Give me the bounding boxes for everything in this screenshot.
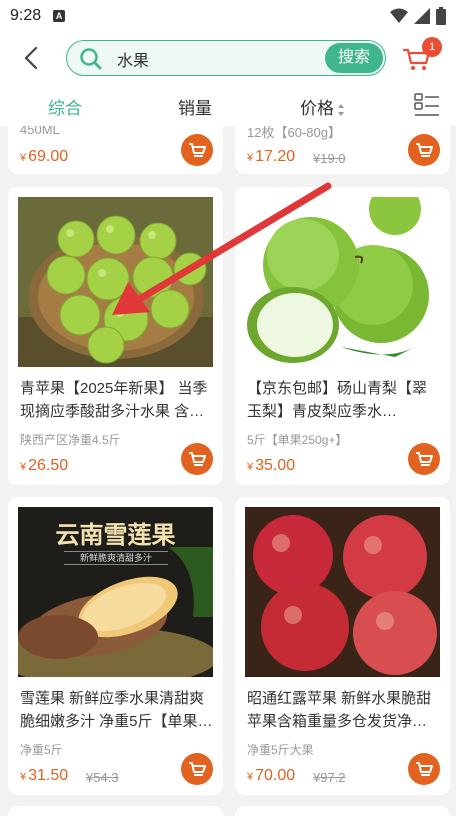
product-card[interactable]: 【京东包邮】砀山青梨【翠玉梨】青皮梨应季水… 5斤【单果250g+】 ¥35.0… (235, 187, 450, 485)
product-price: ¥70.00 (247, 767, 295, 785)
currency-symbol: ¥ (247, 152, 254, 164)
product-price: ¥31.50 (20, 767, 68, 785)
back-arrow-icon[interactable] (18, 44, 46, 72)
search-input[interactable] (115, 41, 319, 77)
price-value: 69.00 (28, 148, 69, 165)
tab-sales[interactable]: 销量 (178, 94, 212, 119)
original-price-value: 19.0 (320, 151, 346, 166)
top-bar: 搜索 1 (0, 32, 456, 84)
original-price: ¥97.2 (313, 770, 346, 785)
yacon-image-title: 云南雪莲果 (55, 520, 176, 549)
price-value: 31.50 (28, 767, 69, 784)
product-spec: 450ML (20, 126, 60, 137)
original-price: ¥54.3 (86, 770, 119, 785)
cart-icon (189, 762, 206, 776)
search-icon (80, 48, 102, 70)
product-price: ¥17.20 (247, 148, 295, 166)
tab-price[interactable]: 价格 (300, 94, 345, 119)
sort-tabs: 综合 销量 价格 (0, 84, 456, 126)
cart-badge: 1 (422, 37, 442, 57)
signal-icon (414, 8, 430, 24)
status-bar: 9:28 A (0, 0, 456, 32)
cart-icon (416, 452, 433, 466)
currency-symbol: ¥ (247, 461, 254, 473)
product-card[interactable]: 昭通红露苹果 新鲜水果脆甜苹果含箱重量多仓发货净… 净重5斤大果 ¥70.00 … (235, 497, 450, 795)
add-to-cart-button[interactable] (408, 753, 440, 785)
add-to-cart-button[interactable] (181, 443, 213, 475)
product-spec: 净重5斤 (20, 743, 63, 757)
currency-symbol: ¥ (20, 461, 27, 473)
currency-symbol: ¥ (247, 771, 254, 783)
product-title: 昭通红露苹果 新鲜水果脆甜苹果含箱重量多仓发货净… (247, 690, 432, 730)
tab-price-label: 价格 (300, 99, 334, 118)
product-price: ¥26.50 (20, 457, 68, 475)
product-card[interactable]: 12枚【60-80g】 ¥17.20 ¥19.0 (235, 126, 450, 174)
product-title: 【京东包邮】砀山青梨【翠玉梨】青皮梨应季水… (247, 380, 428, 420)
list-view-toggle-icon[interactable] (414, 92, 440, 118)
product-spec: 陕西产区净重4.5斤 (20, 433, 121, 447)
cart-icon (416, 143, 433, 157)
price-value: 70.00 (255, 767, 296, 784)
add-to-cart-button[interactable] (181, 753, 213, 785)
yacon-image-subtitle: 新鲜脆爽清甜多汁 (64, 551, 168, 565)
sort-arrows-icon (338, 103, 344, 116)
cart-icon (189, 143, 206, 157)
product-image-green-apple (18, 197, 213, 367)
original-price-value: 97.2 (320, 770, 346, 785)
status-time: 9:28 (10, 7, 42, 24)
currency-symbol: ¥ (20, 152, 27, 164)
product-image-red-apple (245, 507, 440, 677)
product-spec: 净重5斤大果 (247, 743, 314, 757)
price-value: 26.50 (28, 457, 69, 474)
original-price: ¥19.0 (313, 151, 346, 166)
add-to-cart-button[interactable] (181, 134, 213, 166)
price-value: 17.20 (255, 148, 296, 165)
product-card[interactable]: 青苹果【2025年新果】 当季现摘应季酸甜多汁水果 含… 陕西产区净重4.5斤 … (8, 187, 223, 485)
product-image-green-pear (245, 197, 440, 367)
add-to-cart-button[interactable] (408, 134, 440, 166)
cart-icon (189, 452, 206, 466)
wifi-icon (390, 8, 408, 23)
add-to-cart-button[interactable] (408, 443, 440, 475)
currency-symbol: ¥ (20, 771, 27, 783)
product-price: ¥35.00 (247, 457, 295, 475)
original-price-value: 54.3 (93, 770, 119, 785)
product-title: 青苹果【2025年新果】 当季现摘应季酸甜多汁水果 含… (20, 380, 208, 420)
search-button[interactable]: 搜索 (325, 43, 383, 73)
product-spec: 5斤【单果250g+】 (247, 433, 348, 447)
product-title: 雪莲果 新鲜应季水果清甜爽脆细嫩多汁 净重5斤【单果… (20, 690, 213, 730)
product-spec: 12枚【60-80g】 (247, 126, 341, 140)
cart-icon (416, 762, 433, 776)
search-bar: 搜索 (66, 40, 386, 77)
product-price: ¥69.00 (20, 148, 68, 166)
next-product-card-edge (235, 806, 450, 816)
product-image-yacon: 云南雪莲果 新鲜脆爽清甜多汁 (18, 507, 213, 677)
battery-icon (436, 7, 446, 25)
product-card[interactable]: 450ML ¥69.00 (8, 126, 223, 174)
next-product-card-edge (8, 806, 223, 816)
tab-comprehensive[interactable]: 综合 (48, 94, 82, 119)
price-value: 35.00 (255, 457, 296, 474)
product-card[interactable]: 云南雪莲果 新鲜脆爽清甜多汁 雪莲果 新鲜应季水果清甜爽脆细嫩多汁 净重5斤【单… (8, 497, 223, 795)
sim-icon: A (53, 10, 66, 22)
